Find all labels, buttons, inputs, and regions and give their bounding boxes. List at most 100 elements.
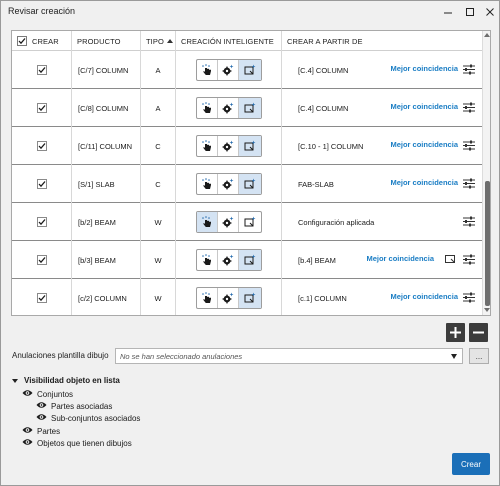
visibility-toggle[interactable]: Visibilidad objeto en lista xyxy=(12,376,120,385)
mode-hand-button[interactable] xyxy=(197,98,218,118)
row-checkbox[interactable] xyxy=(36,255,47,265)
row-checkbox[interactable] xyxy=(36,103,47,113)
check-icon xyxy=(38,219,45,226)
mode-gear-button[interactable] xyxy=(218,98,240,118)
mode-document-button[interactable] xyxy=(239,174,261,194)
table-row[interactable]: [C/8] COLUMN A [C.4] COLUMN Mejor coinciden… xyxy=(12,89,482,127)
mode-document-button[interactable] xyxy=(239,250,261,270)
mode-hand-button[interactable] xyxy=(197,60,218,80)
select-all-checkbox[interactable] xyxy=(17,36,27,46)
producto-value: [C/11] COLUMN xyxy=(78,141,133,151)
table-row[interactable]: [S/1] SLAB C FAB-SLAB Mejor coincidencia xyxy=(12,165,482,203)
browse-button[interactable]: ... xyxy=(469,348,489,364)
table-row[interactable]: [b/2] BEAM W Configuración aplicada xyxy=(12,203,482,241)
title-bar: Revisar creación xyxy=(1,1,499,22)
visibility-item[interactable]: Partes xyxy=(22,426,60,436)
mode-document-button[interactable] xyxy=(239,288,261,308)
visibility-item-label: Conjuntos xyxy=(37,389,74,399)
best-match-link[interactable]: Mejor coincidencia xyxy=(390,292,458,301)
scroll-down-arrow-icon[interactable] xyxy=(484,308,490,312)
best-match-link[interactable]: Mejor coincidencia xyxy=(390,178,458,187)
anulaciones-dropdown[interactable]: No se han seleccionado anulaciones xyxy=(115,348,463,364)
row-settings-button[interactable] xyxy=(462,177,476,189)
row-checkbox[interactable] xyxy=(36,141,47,151)
row-settings-button[interactable] xyxy=(462,215,476,227)
smart-creation-selector[interactable] xyxy=(195,173,262,195)
source-value: [c.1] COLUMN xyxy=(298,293,347,303)
table-row[interactable]: [c/2] COLUMN W [c.1] COLUMN Mejor coinciden… xyxy=(12,279,482,315)
row-checkbox[interactable] xyxy=(36,217,47,227)
mode-hand-button[interactable] xyxy=(197,136,218,156)
mode-document-button[interactable] xyxy=(239,212,260,232)
header-tipo[interactable]: TIPO xyxy=(141,31,176,51)
remove-button[interactable] xyxy=(469,323,488,342)
document-sparkle-icon xyxy=(244,140,256,151)
eye-toggle-button[interactable] xyxy=(36,413,51,423)
best-match-link[interactable]: Mejor coincidencia xyxy=(366,254,434,263)
smart-creation-selector[interactable] xyxy=(195,97,262,119)
creacion-cell xyxy=(176,127,282,165)
mode-hand-button[interactable] xyxy=(197,288,218,308)
scroll-up-arrow-icon[interactable] xyxy=(484,33,490,37)
eye-toggle-button[interactable] xyxy=(22,438,37,448)
row-settings-button[interactable] xyxy=(462,63,476,75)
mode-gear-button[interactable] xyxy=(218,60,240,80)
mode-gear-button[interactable] xyxy=(218,136,240,156)
best-match-link[interactable]: Mejor coincidencia xyxy=(390,140,458,149)
row-settings-button[interactable] xyxy=(462,139,476,151)
minimize-button[interactable] xyxy=(439,3,457,20)
best-match-link[interactable]: Mejor coincidencia xyxy=(390,64,458,73)
vertical-scrollbar[interactable] xyxy=(482,31,490,315)
add-button[interactable] xyxy=(446,323,465,342)
header-crear-a-partir[interactable]: CREAR A PARTIR DE xyxy=(282,31,482,51)
mode-document-button[interactable] xyxy=(239,98,261,118)
tipo-cell: W xyxy=(141,203,176,241)
row-settings-button[interactable] xyxy=(462,253,476,265)
smart-creation-selector[interactable] xyxy=(195,59,262,81)
eye-toggle-button[interactable] xyxy=(36,401,51,411)
create-button[interactable]: Crear xyxy=(452,453,490,475)
document-icon-button[interactable] xyxy=(445,254,457,264)
smart-creation-selector[interactable] xyxy=(195,287,262,309)
table-row[interactable]: [C/11] COLUMN C [C.10 - 1] COLUMN Mejor coi… xyxy=(12,127,482,165)
crear-cell xyxy=(12,279,72,315)
table-row[interactable]: [C/7] COLUMN A [C.4] COLUMN Mejor coinciden… xyxy=(12,51,482,89)
visibility-item-label: Partes xyxy=(37,426,61,436)
mode-gear-button[interactable] xyxy=(218,288,240,308)
document-sparkle-icon xyxy=(244,64,256,75)
table-row[interactable]: [b/3] BEAM W [b.4] BEAM Mejor coincidencia xyxy=(12,241,482,279)
row-settings-button[interactable] xyxy=(462,101,476,113)
mode-document-button[interactable] xyxy=(239,60,261,80)
row-checkbox[interactable] xyxy=(36,65,47,75)
smart-creation-selector[interactable] xyxy=(195,211,262,233)
close-button[interactable] xyxy=(481,3,499,20)
visibility-item[interactable]: Conjuntos xyxy=(22,389,73,399)
maximize-button[interactable] xyxy=(461,3,479,20)
crear-cell xyxy=(12,241,72,279)
mode-hand-button[interactable] xyxy=(196,212,218,232)
producto-cell: [S/1] SLAB xyxy=(72,165,141,203)
smart-creation-selector[interactable] xyxy=(195,135,262,157)
row-checkbox[interactable] xyxy=(36,179,47,189)
mode-gear-button[interactable] xyxy=(218,212,240,232)
visibility-item[interactable]: Sub-conjuntos asociados xyxy=(36,413,140,423)
mode-gear-button[interactable] xyxy=(218,250,240,270)
best-match-link[interactable]: Mejor coincidencia xyxy=(390,102,458,111)
smart-creation-selector[interactable] xyxy=(195,249,262,271)
eye-toggle-button[interactable] xyxy=(22,389,37,399)
source-value: FAB-SLAB xyxy=(298,179,334,189)
header-creacion[interactable]: CREACIÓN INTELIGENTE xyxy=(176,31,282,51)
mode-hand-button[interactable] xyxy=(197,250,218,270)
mode-hand-button[interactable] xyxy=(197,174,218,194)
mode-gear-button[interactable] xyxy=(218,174,240,194)
mode-document-button[interactable] xyxy=(239,136,261,156)
visibility-item[interactable]: Objetos que tienen dibujos xyxy=(22,438,132,448)
row-checkbox[interactable] xyxy=(36,293,47,303)
eye-toggle-button[interactable] xyxy=(22,426,37,436)
visibility-item[interactable]: Partes asociadas xyxy=(36,401,112,411)
scroll-thumb[interactable] xyxy=(485,181,490,306)
producto-value: [S/1] SLAB xyxy=(78,179,115,189)
header-crear[interactable]: CREAR xyxy=(12,31,72,51)
header-producto[interactable]: PRODUCTO xyxy=(72,31,141,51)
row-settings-button[interactable] xyxy=(462,291,476,303)
